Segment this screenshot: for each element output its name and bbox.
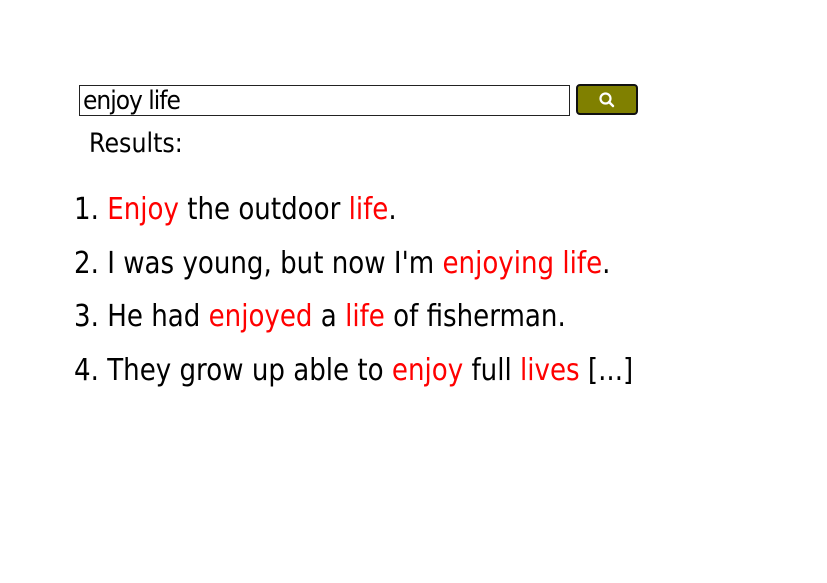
result-text: . <box>602 245 611 281</box>
highlighted-term: lives <box>520 352 580 388</box>
highlighted-term: enjoying life <box>442 245 603 281</box>
result-text: [...] <box>579 352 634 388</box>
result-item: 3. He had enjoyed a life of fisherman. <box>74 297 633 351</box>
result-text: . <box>388 192 397 227</box>
results-list: 1. Enjoy the outdoor life. 2. I was young… <box>74 190 717 404</box>
result-text: the outdoor <box>178 192 349 227</box>
highlighted-term: enjoyed <box>208 299 313 334</box>
highlighted-term: enjoy <box>391 352 464 388</box>
highlighted-term: life <box>345 299 385 334</box>
result-number: 3. <box>74 299 99 334</box>
result-item: 1. Enjoy the outdoor life. <box>74 190 633 244</box>
result-number: 2. <box>74 245 99 281</box>
result-text: He had <box>107 299 209 334</box>
results-label: Results: <box>89 128 183 159</box>
search-button[interactable] <box>576 84 638 115</box>
search-icon <box>599 91 615 107</box>
result-text: I was young, but now I'm <box>107 245 443 281</box>
result-text: of fisherman. <box>384 299 566 334</box>
search-input[interactable] <box>79 85 570 116</box>
result-text: a <box>312 299 346 334</box>
result-number: 4. <box>74 352 99 388</box>
result-item: 2. I was young, but now I'm enjoying lif… <box>74 244 633 298</box>
highlighted-term: Enjoy <box>107 192 179 227</box>
result-item: 4. They grow up able to enjoy full lives… <box>74 351 633 405</box>
result-number: 1. <box>74 192 99 227</box>
result-text: They grow up able to <box>107 352 392 388</box>
highlighted-term: life <box>348 192 389 227</box>
result-text: full <box>463 352 521 388</box>
